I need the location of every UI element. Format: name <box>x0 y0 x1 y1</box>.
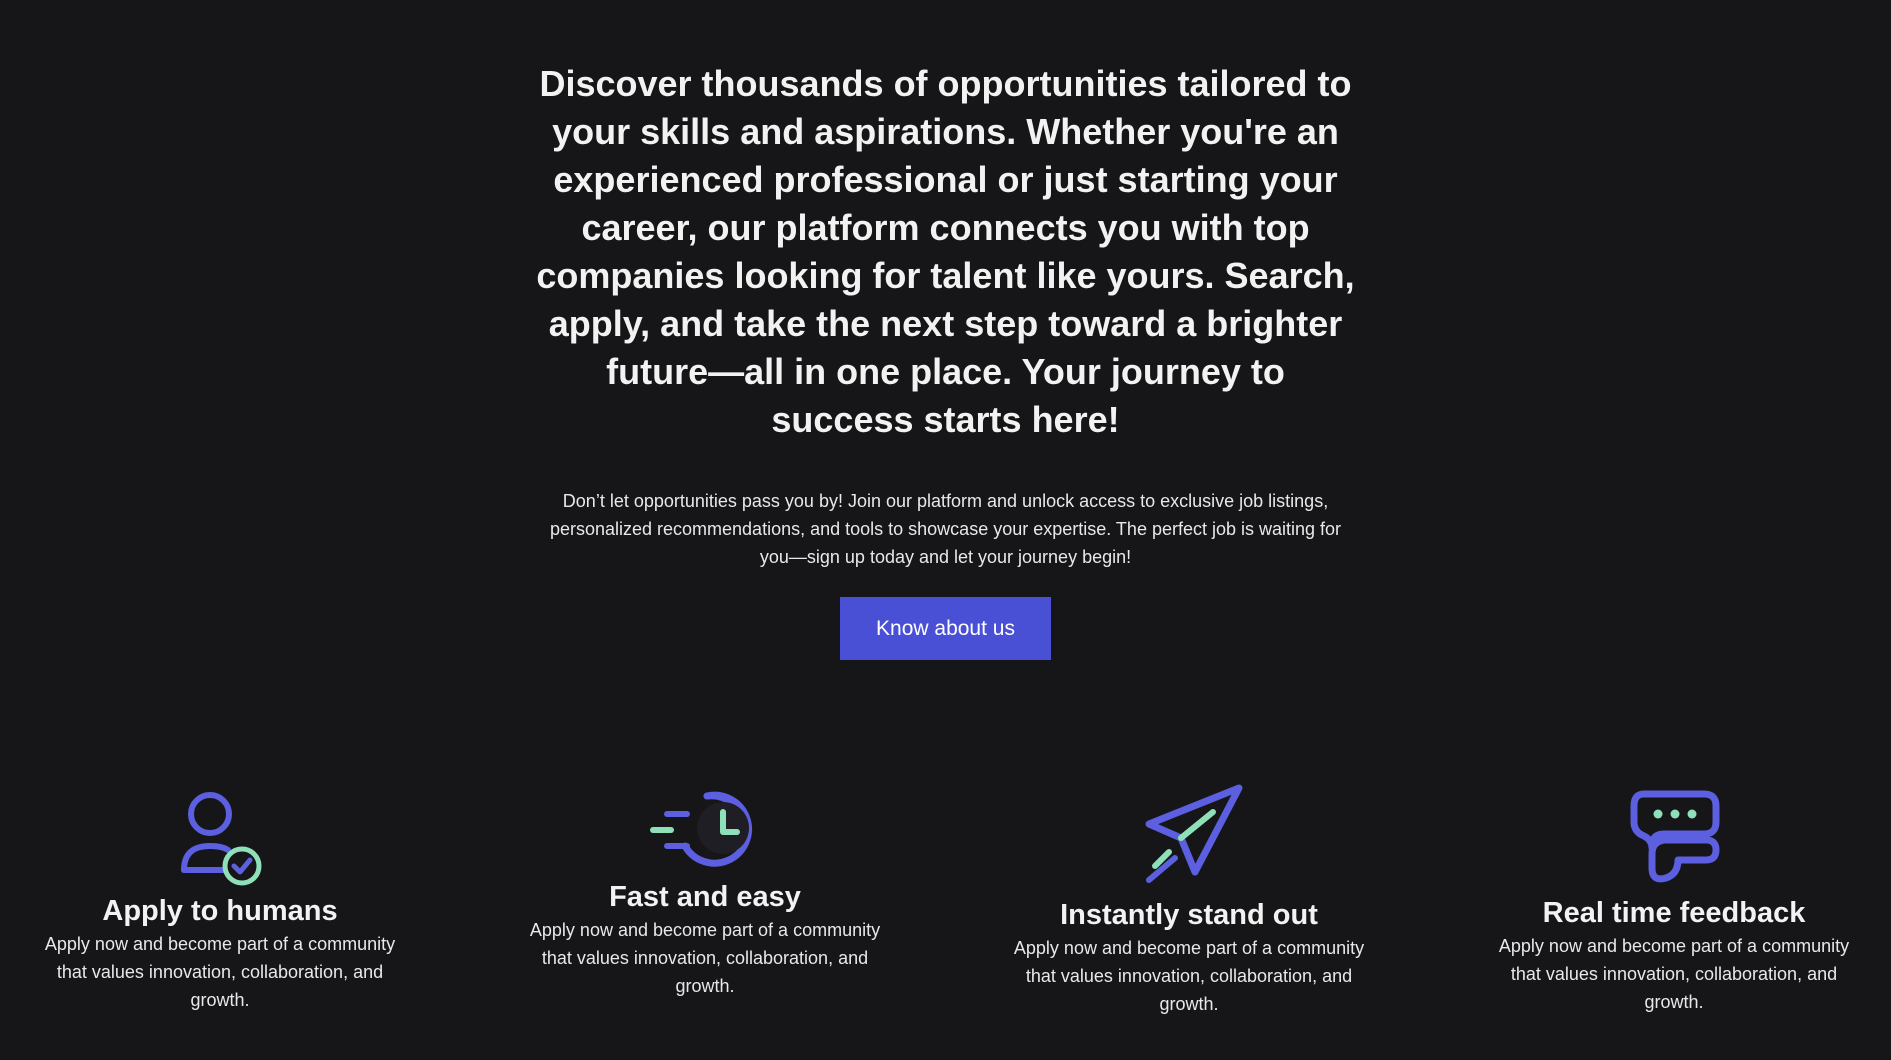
feature-real-time-feedback: Real time feedback Apply now and become … <box>1494 788 1854 1016</box>
feature-title: Instantly stand out <box>1060 899 1318 931</box>
fast-clock-icon <box>650 791 752 867</box>
user-check-icon <box>181 792 262 886</box>
paper-plane-icon <box>1145 784 1243 883</box>
know-about-us-button[interactable]: Know about us <box>840 597 1051 660</box>
feature-fast-and-easy: Fast and easy Apply now and become part … <box>525 786 885 1000</box>
features-section: Apply to humans Apply now and become par… <box>0 770 1891 1050</box>
feature-title: Apply to humans <box>102 895 338 927</box>
feature-description: Apply now and become part of a community… <box>44 934 396 1010</box>
hero-section: Discover thousands of opportunities tail… <box>0 0 1891 660</box>
feature-description: Apply now and become part of a community… <box>1013 938 1365 1014</box>
hero-headline: Discover thousands of opportunities tail… <box>536 63 1355 440</box>
feature-title: Fast and easy <box>609 881 801 913</box>
hero-subtext: Don’t let opportunities pass you by! Joi… <box>549 491 1342 567</box>
feature-description: Apply now and become part of a community… <box>1498 936 1850 1012</box>
feature-apply-to-humans: Apply to humans Apply now and become par… <box>40 790 400 1014</box>
feature-description: Apply now and become part of a community… <box>529 920 881 996</box>
chat-bubbles-icon <box>1630 790 1720 883</box>
feature-instantly-stand-out: Instantly stand out Apply now and become… <box>1009 780 1369 1018</box>
feature-title: Real time feedback <box>1542 897 1806 929</box>
